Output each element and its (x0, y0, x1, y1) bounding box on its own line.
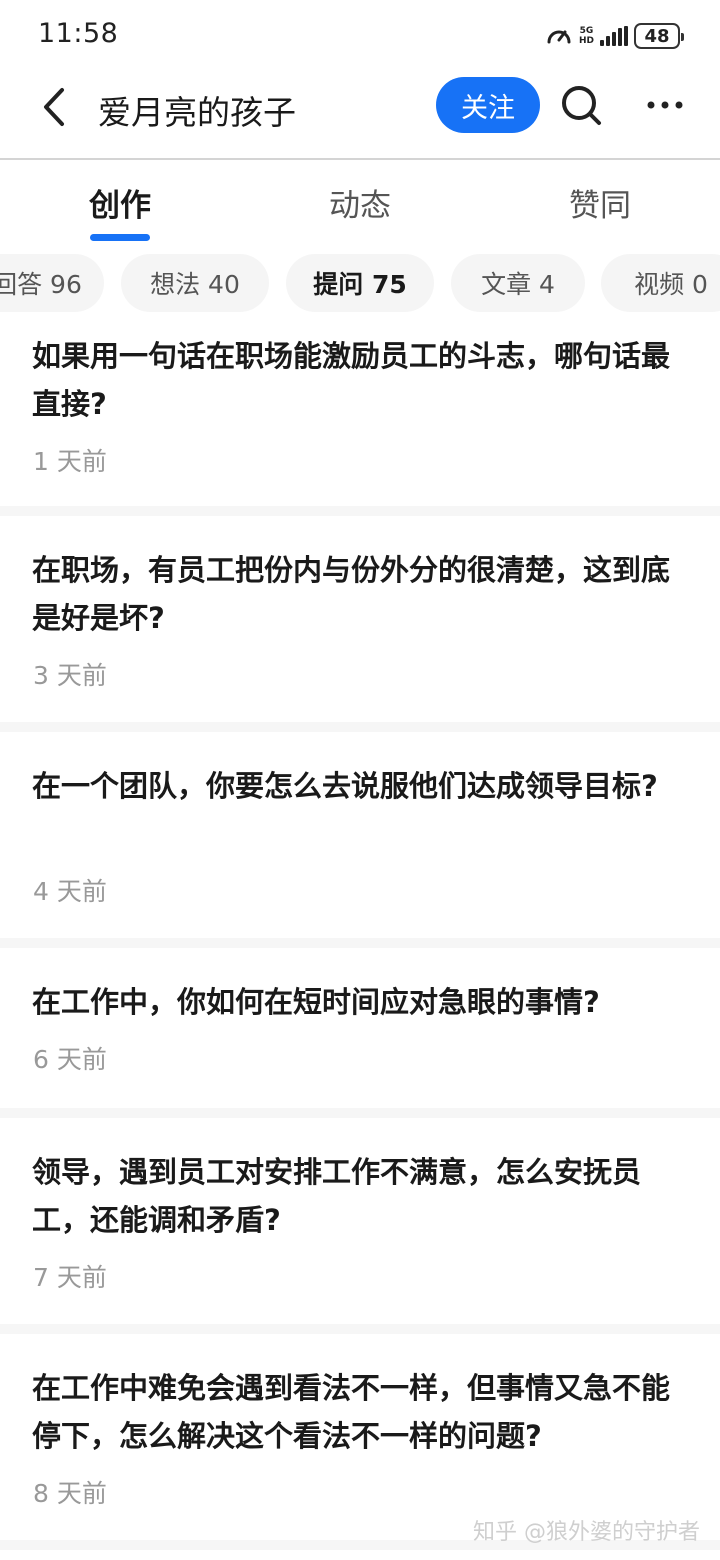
subtab-questions[interactable]: 提问 75 (286, 254, 434, 312)
question-time: 8 天前 (33, 1479, 107, 1508)
signal-icon (600, 26, 628, 46)
question-time: 4 天前 (33, 877, 107, 906)
list-item[interactable]: 在职场，有员工把份内与份外分的很清楚，这到底是好是坏? 3 天前 (0, 516, 720, 732)
tab-creation[interactable]: 创作 (50, 180, 190, 225)
watermark: 知乎 @狼外婆的守护者 (473, 1520, 700, 1545)
battery-level: 48 (644, 25, 670, 47)
list-item[interactable]: 在工作中，你如何在短时间应对急眼的事情? 6 天前 (0, 948, 720, 1118)
status-icons: 5G HD 48 (545, 20, 684, 52)
question-time: 1 天前 (33, 447, 107, 476)
main-tabs: 创作 动态 赞同 (0, 160, 720, 244)
question-title[interactable]: 在职场，有员工把份内与份外分的很清楚，这到底是好是坏? (32, 546, 680, 642)
network-label: 5G HD (579, 26, 594, 46)
list-item[interactable]: 如果用一句话在职场能激励员工的斗志，哪句话最直接? 1 天前 (0, 318, 720, 516)
network-hd: HD (578, 36, 594, 46)
list-item[interactable]: 在一个团队，你要怎么去说服他们达成领导目标? 4 天前 (0, 732, 720, 948)
question-title[interactable]: 在工作中难免会遇到看法不一样，但事情又急不能停下，怎么解决这个看法不一样的问题? (32, 1364, 680, 1460)
chevron-left-icon[interactable] (30, 82, 80, 132)
list-item[interactable]: 领导，遇到员工对安排工作不满意，怎么安抚员工，还能调和矛盾? 7 天前 (0, 1118, 720, 1334)
battery-icon: 48 (634, 23, 684, 49)
question-time: 3 天前 (33, 661, 107, 690)
question-title[interactable]: 在一个团队，你要怎么去说服他们达成领导目标? (32, 762, 680, 810)
search-icon[interactable] (556, 80, 606, 130)
subtab-answers[interactable]: 回答 96 (0, 254, 104, 312)
status-time: 11:58 (38, 18, 119, 49)
profile-header: 爱月亮的孩子 关注 (0, 72, 720, 158)
question-title[interactable]: 领导，遇到员工对安排工作不满意，怎么安抚员工，还能调和矛盾? (32, 1148, 680, 1244)
page-title: 爱月亮的孩子 (98, 93, 296, 132)
subtab-videos[interactable]: 视频 0 (601, 254, 720, 312)
sub-tabs: 回答 96 想法 40 提问 75 文章 4 视频 0 (0, 254, 720, 316)
status-bar: 11:58 5G HD 48 (0, 0, 720, 72)
follow-button[interactable]: 关注 (436, 77, 540, 133)
subtab-thoughts[interactable]: 想法 40 (121, 254, 269, 312)
question-time: 7 天前 (33, 1263, 107, 1292)
subtab-articles[interactable]: 文章 4 (451, 254, 585, 312)
question-time: 6 天前 (33, 1045, 107, 1074)
tab-activity[interactable]: 动态 (290, 180, 430, 225)
question-list: 如果用一句话在职场能激励员工的斗志，哪句话最直接? 1 天前 在职场，有员工把份… (0, 318, 720, 1550)
question-title[interactable]: 如果用一句话在职场能激励员工的斗志，哪句话最直接? (32, 332, 680, 428)
question-title[interactable]: 在工作中，你如何在短时间应对急眼的事情? (32, 978, 680, 1026)
tab-upvotes[interactable]: 赞同 (530, 180, 670, 225)
network-type: 5G (579, 26, 594, 36)
speed-icon (547, 30, 571, 44)
more-icon[interactable] (640, 80, 690, 130)
active-tab-indicator (90, 234, 150, 241)
